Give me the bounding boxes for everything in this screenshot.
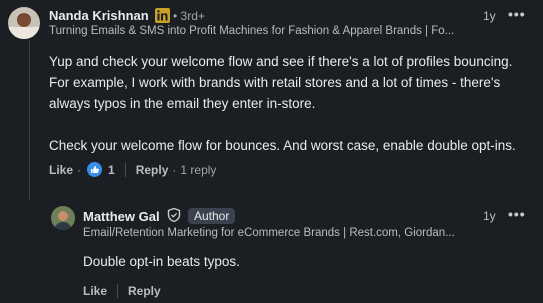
reply-button[interactable]: Reply [136,163,169,177]
verified-shield-icon [166,207,182,223]
separator-dot: · [172,162,177,177]
comment-actions: Like · 1 Reply · 1 reply [49,162,216,177]
reply-actions: Like Reply [83,284,161,298]
reply-timestamp: 1y [483,209,496,223]
comment-text-line: Check your welcome flow for bounces. And… [49,138,516,153]
more-options-icon[interactable]: ••• [508,6,526,22]
comment-body: Yup and check your welcome flow and see … [49,51,539,156]
like-button[interactable]: Like [83,284,107,298]
comment-text-line: For example, I work with brands with ret… [49,75,501,90]
reply-count-link[interactable]: 1 reply [180,163,216,177]
comment-text-line: Yup and check your welcome flow and see … [49,54,513,69]
linkedin-logo-icon [155,8,170,23]
reply-button[interactable]: Reply [128,284,161,298]
reply-author-name[interactable]: Matthew Gal [83,209,160,224]
reaction-count[interactable]: 1 [108,163,115,177]
comment-author-name[interactable]: Nanda Krishnan [49,8,149,23]
author-badge: Author [188,208,236,224]
connection-degree: • 3rd+ [173,9,205,23]
reply-body: Double opt-in beats typos. [83,254,240,269]
thread-line [29,40,30,200]
reply-author-headline: Email/Retention Marketing for eCommerce … [83,227,455,239]
separator-dot: · [77,162,82,177]
more-options-icon[interactable]: ••• [508,206,526,222]
comment-timestamp: 1y [483,9,496,23]
divider [117,284,119,298]
divider [124,162,126,177]
thumbs-up-reaction-icon[interactable] [87,162,103,177]
comment-author-headline: Turning Emails & SMS into Profit Machine… [49,25,455,37]
like-button[interactable]: Like [49,163,73,177]
avatar-matthew[interactable] [51,206,75,230]
comment-text-line: always typos in the email they enter in-… [49,96,316,111]
avatar-nanda[interactable] [8,7,40,39]
